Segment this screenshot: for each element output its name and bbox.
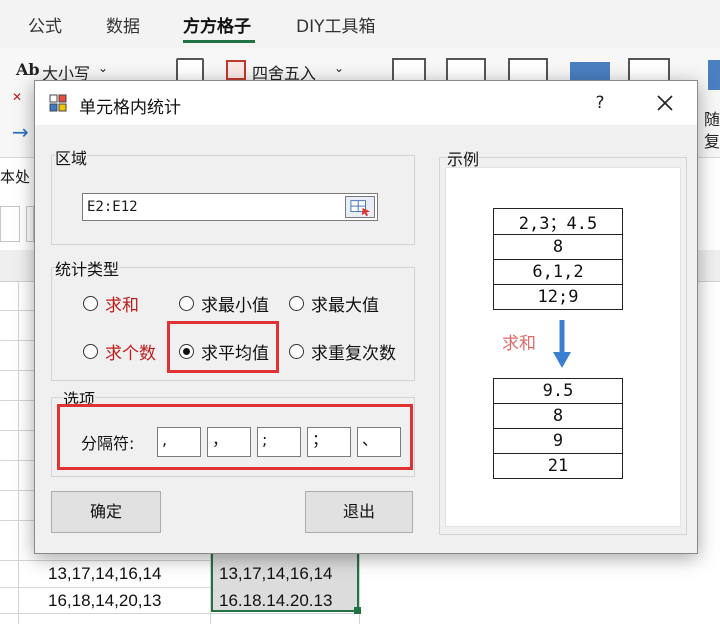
dialog-title: 单元格内统计 — [79, 98, 181, 118]
exit-button[interactable]: 退出 — [305, 491, 413, 533]
cell-stat-dialog: 单元格内统计 ? 区域 区域 E2:E12 统计类型 求和 求最小值 求最大值 … — [34, 80, 698, 554]
example-panel: 2,3；4.5 8 6,1,2 12;9 求和 9.5 8 9 21 — [445, 167, 681, 527]
radio-duplicate-count[interactable]: 求重复次数 — [289, 339, 396, 364]
region-label: 区域 — [55, 145, 88, 169]
tab-data[interactable]: 数据 — [106, 12, 140, 37]
ribbon-tab-bar: 公式 数据 方方格子 DIY工具箱 — [0, 0, 720, 48]
chevron-down-icon[interactable]: ⌄ — [334, 61, 344, 75]
stat-type-label: 统计类型 — [55, 256, 120, 280]
separator-fullwidth-comma[interactable]: ， — [207, 427, 251, 457]
example-output-cell: 9.5 — [493, 378, 623, 404]
example-output-table: 9.5 8 9 21 — [493, 378, 623, 479]
dialog-title-bar[interactable]: 单元格内统计 ? — [35, 81, 697, 125]
active-tab-indicator — [183, 40, 255, 43]
tab-diy-toolbox[interactable]: DIY工具箱 — [296, 12, 376, 37]
example-input-table: 2,3；4.5 8 6,1,2 12;9 — [493, 208, 623, 310]
example-input-cell: 2,3；4.5 — [493, 208, 623, 235]
separator-label: 分隔符: — [81, 434, 135, 453]
cell-d[interactable]: 13,17,14,16,14 — [48, 564, 161, 584]
copy-label: 复 — [704, 132, 720, 151]
tab-formulas[interactable]: 公式 — [28, 12, 62, 37]
fill-handle[interactable] — [354, 607, 361, 614]
example-output-cell: 8 — [493, 403, 623, 429]
radio-circle[interactable] — [289, 343, 304, 359]
separator-comma[interactable]: , — [157, 427, 201, 457]
cell-d[interactable]: 16,18,14,20,13 — [48, 591, 161, 611]
radio-circle[interactable] — [289, 295, 304, 311]
clear-icon[interactable]: ✕ — [12, 90, 22, 104]
separator-dunhao[interactable]: 、 — [357, 427, 401, 457]
random-label: 随 — [704, 110, 720, 129]
text-process-label: 本处 — [0, 168, 31, 186]
grid-line — [18, 282, 19, 624]
separator-fullwidth-semicolon[interactable]: ； — [307, 427, 351, 457]
help-button[interactable]: ? — [580, 89, 620, 117]
radio-circle[interactable] — [179, 295, 194, 311]
range-picker-icon[interactable] — [345, 196, 375, 218]
name-box[interactable] — [0, 206, 20, 242]
chevron-down-icon[interactable]: ⌄ — [98, 61, 108, 75]
close-icon[interactable] — [647, 89, 683, 117]
region-input[interactable]: E2:E12 — [82, 193, 378, 221]
example-operation: 求和 — [502, 334, 536, 354]
radio-max[interactable]: 求最大值 — [289, 291, 379, 316]
example-input-cell: 8 — [493, 234, 623, 260]
arrow-right-icon[interactable]: → — [12, 120, 29, 144]
radio-sum[interactable]: 求和 — [83, 291, 139, 316]
separator-semicolon[interactable]: ; — [257, 427, 301, 457]
random-icon[interactable] — [708, 60, 720, 90]
radio-count[interactable]: 求个数 — [83, 339, 156, 364]
ok-button[interactable]: 确定 — [51, 491, 161, 533]
case-icon: Ab — [16, 60, 40, 79]
radio-circle-checked[interactable] — [179, 343, 194, 359]
radio-min[interactable]: 求最小值 — [179, 291, 269, 316]
round-icon — [226, 60, 246, 80]
radio-circle[interactable] — [83, 343, 98, 359]
cell-e[interactable]: 13,17,14,16,14 — [219, 564, 332, 584]
example-input-cell: 12;9 — [493, 284, 623, 310]
grid-line — [0, 613, 360, 614]
tab-ffcell[interactable]: 方方格子 — [183, 12, 251, 37]
example-output-cell: 21 — [493, 453, 623, 479]
app-icon — [49, 94, 67, 112]
formula-bar[interactable] — [26, 206, 34, 242]
example-input-cell: 6,1,2 — [493, 259, 623, 285]
radio-average[interactable]: 求平均值 — [179, 339, 269, 364]
radio-circle[interactable] — [83, 295, 98, 311]
example-output-cell: 9 — [493, 428, 623, 454]
cell-e[interactable]: 16.18.14.20.13 — [219, 591, 332, 611]
arrow-down-icon — [553, 320, 571, 368]
